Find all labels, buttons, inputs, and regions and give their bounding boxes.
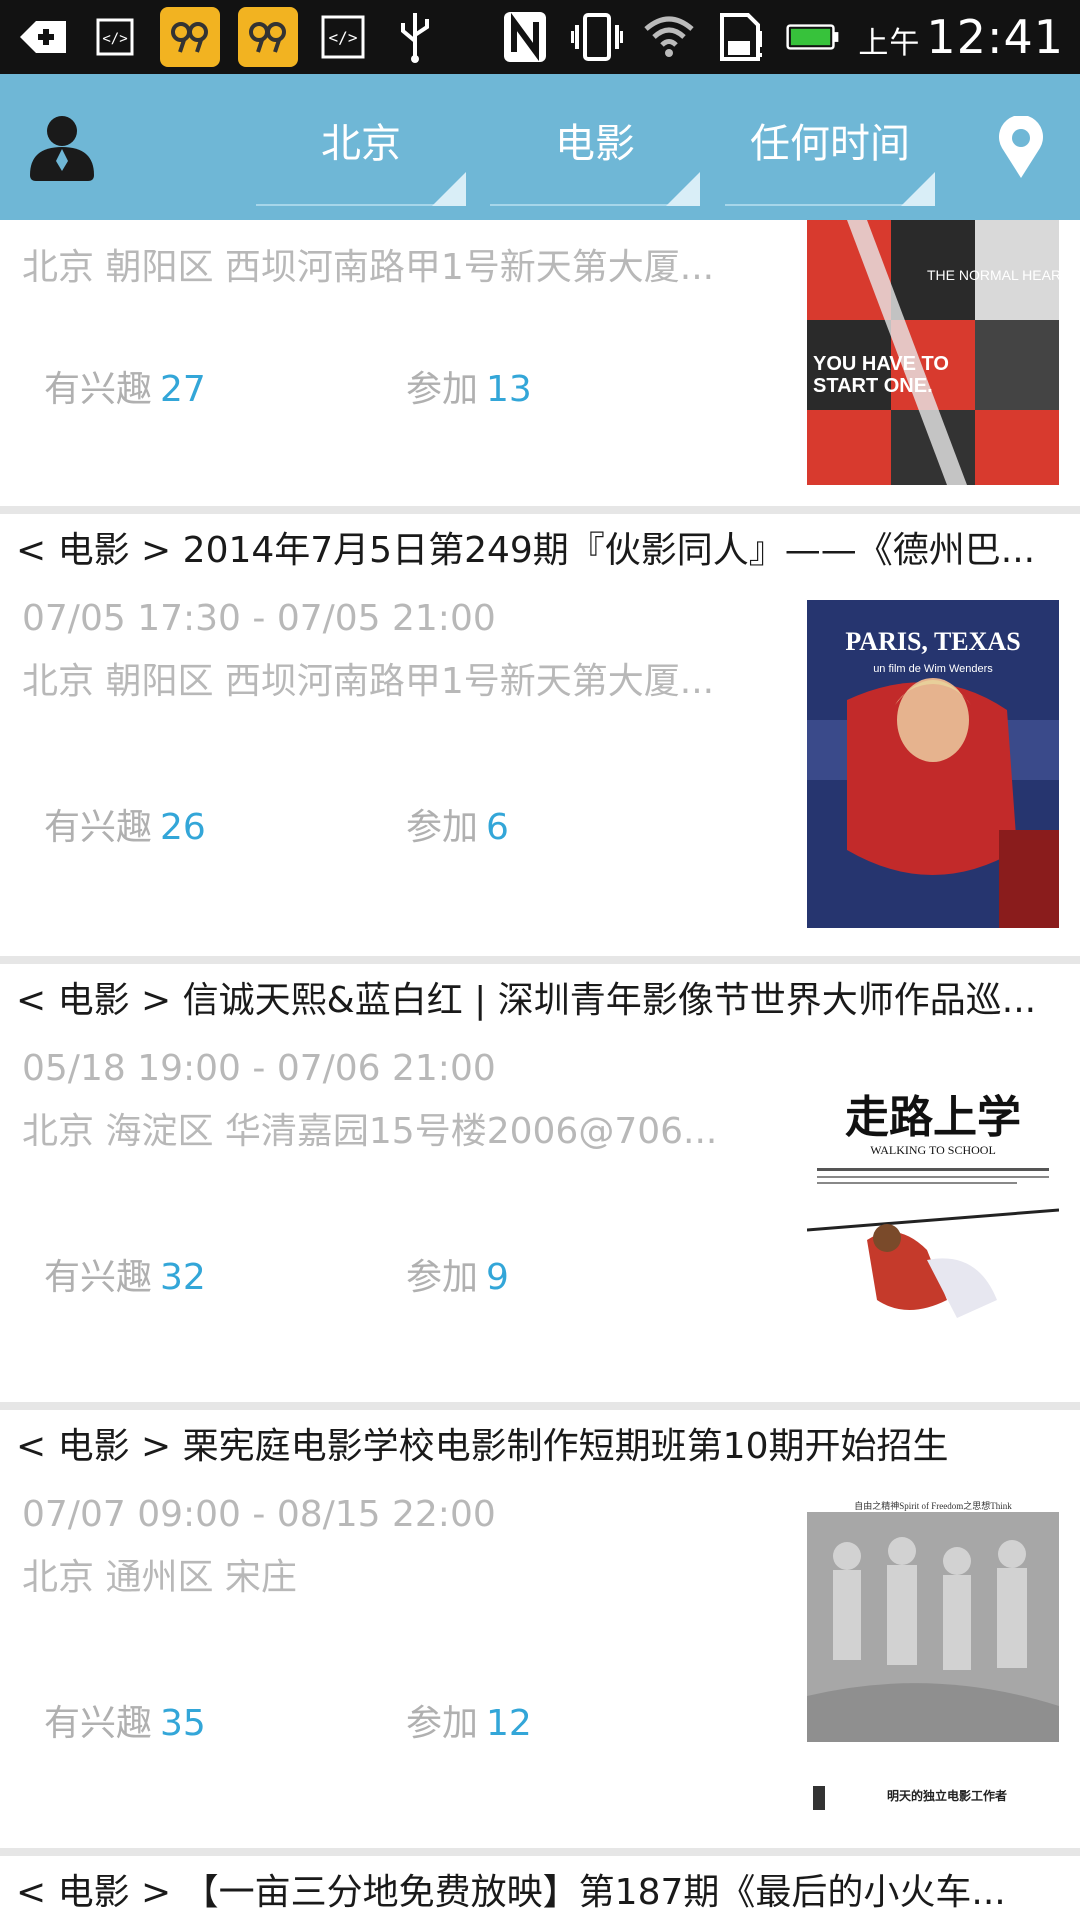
attend-count: 参加 9 <box>406 1248 509 1300</box>
event-card[interactable]: < 电影 > 2014年7月5日第249期『伙影同人』——《德州巴... 07/… <box>0 514 1080 960</box>
event-time: 07/07 09:00 - 08/15 22:00 <box>22 1494 496 1535</box>
dropdown-corner-icon <box>666 172 700 206</box>
attend-count: 参加 6 <box>406 798 509 850</box>
event-title: < 电影 > 信诚天熙&蓝白红 | 深圳青年影像节世界大师作品巡... <box>16 980 1037 1021</box>
event-poster-image[interactable]: 走路上学 WALKING TO SCHOOL <box>807 1050 1059 1378</box>
interested-count: 有兴趣 26 <box>44 798 206 850</box>
attend-label: 参加 <box>406 1257 479 1298</box>
poster-title: 自由之精神Spirit of Freedom之思想Think <box>854 1500 1012 1511</box>
svg-text:</>: </> <box>329 28 358 47</box>
event-address: 北京 朝阳区 西坝河南路甲1号新天第大厦... <box>22 661 715 702</box>
svg-text:START ONE.: START ONE. <box>813 375 933 397</box>
event-time: 05/18 19:00 - 07/06 21:00 <box>22 1048 496 1089</box>
city-filter-dropdown[interactable]: 北京 <box>256 74 466 206</box>
storage-icon <box>714 10 768 64</box>
interested-count: 有兴趣 35 <box>44 1694 206 1746</box>
event-card[interactable]: < 电影 > 【一亩三分地免费放映】第187期《最后的小火车... <box>0 1856 1080 1920</box>
dropdown-corner-icon <box>432 172 466 206</box>
interested-label: 有兴趣 <box>44 369 153 410</box>
attend-number: 13 <box>486 369 532 410</box>
poster-title: PARIS, TEXAS <box>845 627 1020 656</box>
clock-ampm: 上午 <box>858 26 921 61</box>
profile-icon <box>30 116 94 181</box>
profile-button[interactable] <box>26 111 98 183</box>
event-address: 北京 海淀区 华清嘉园15号楼2006@706... <box>22 1111 718 1152</box>
wifi-icon <box>642 10 696 64</box>
event-address: 北京 朝阳区 西坝河南路甲1号新天第大厦... <box>22 247 715 288</box>
location-button[interactable] <box>996 114 1046 180</box>
list-divider <box>0 1848 1080 1856</box>
event-card[interactable]: < 电影 > 栗宪庭电影学校电影制作短期班第10期开始招生 07/07 09:0… <box>0 1410 1080 1856</box>
code-icon: </> <box>316 10 370 64</box>
interested-number: 26 <box>160 807 206 848</box>
svg-text:THE NORMAL HEART: THE NORMAL HEART <box>927 267 1059 283</box>
svg-text:</>: </> <box>102 31 127 47</box>
interested-label: 有兴趣 <box>44 807 153 848</box>
interested-number: 32 <box>160 1257 206 1298</box>
event-title: < 电影 > 栗宪庭电影学校电影制作短期班第10期开始招生 <box>16 1426 949 1467</box>
clock-time: 12:41 <box>926 10 1064 64</box>
interested-count: 有兴趣 32 <box>44 1248 206 1300</box>
event-poster-image[interactable]: YOU HAVE TO START ONE. THE NORMAL HEART <box>807 220 1059 485</box>
event-time: 07/05 17:30 - 07/05 21:00 <box>22 598 496 639</box>
time-filter-dropdown[interactable]: 任何时间 <box>725 74 935 206</box>
interested-number: 35 <box>160 1703 206 1744</box>
attend-label: 参加 <box>406 1703 479 1744</box>
vibrate-icon <box>570 10 624 64</box>
app-tile-icon <box>160 7 220 67</box>
city-filter-label: 北京 <box>321 121 401 167</box>
attend-number: 9 <box>486 1257 509 1298</box>
poster-subtitle: WALKING TO SCHOOL <box>870 1143 996 1157</box>
status-clock: 上午 12:41 <box>858 10 1064 64</box>
attend-number: 12 <box>486 1703 532 1744</box>
list-divider <box>0 1402 1080 1410</box>
list-divider <box>0 506 1080 514</box>
event-poster-image[interactable]: PARIS, TEXAS un film de Wim Wenders <box>807 600 1059 928</box>
interested-count: 有兴趣 27 <box>44 360 206 412</box>
svg-text:YOU HAVE TO: YOU HAVE TO <box>813 353 949 375</box>
poster-title: 走路上学 <box>845 1092 1021 1143</box>
attend-label: 参加 <box>406 369 479 410</box>
app-tile-icon <box>238 7 298 67</box>
attend-count: 参加 12 <box>406 1694 532 1746</box>
interested-label: 有兴趣 <box>44 1703 153 1744</box>
battery-icon <box>786 10 840 64</box>
list-divider <box>0 956 1080 964</box>
code-icon: </> <box>88 10 142 64</box>
attend-count: 参加 13 <box>406 360 532 412</box>
nfc-icon <box>498 10 552 64</box>
event-address: 北京 通州区 宋庄 <box>22 1557 297 1598</box>
category-filter-label: 电影 <box>555 121 635 167</box>
interested-number: 27 <box>160 369 206 410</box>
usb-icon <box>388 10 442 64</box>
poster-subtitle: un film de Wim Wenders <box>873 663 993 675</box>
time-filter-label: 任何时间 <box>750 121 910 167</box>
attend-label: 参加 <box>406 807 479 848</box>
event-poster-image[interactable]: 自由之精神Spirit of Freedom之思想Think 明天的独立电影工作… <box>807 1496 1059 1816</box>
add-icon <box>16 10 70 64</box>
event-card[interactable]: < 电影 > 信诚天熙&蓝白红 | 深圳青年影像节世界大师作品巡... 05/1… <box>0 964 1080 1410</box>
dropdown-corner-icon <box>901 172 935 206</box>
poster-subtitle: 明天的独立电影工作者 <box>887 1788 1007 1803</box>
category-filter-dropdown[interactable]: 电影 <box>490 74 700 206</box>
location-pin-icon <box>999 114 1043 178</box>
attend-number: 6 <box>486 807 509 848</box>
event-title: < 电影 > 2014年7月5日第249期『伙影同人』——《德州巴... <box>16 530 1036 571</box>
app-bar: 北京 电影 任何时间 <box>0 74 1080 221</box>
event-list[interactable]: 北京 朝阳区 西坝河南路甲1号新天第大厦... 有兴趣 27 参加 13 YOU H… <box>0 220 1080 1920</box>
interested-label: 有兴趣 <box>44 1257 153 1298</box>
event-title: < 电影 > 【一亩三分地免费放映】第187期《最后的小火车... <box>16 1872 1006 1913</box>
status-bar: </> </> 上午 12:41 <box>0 0 1080 74</box>
